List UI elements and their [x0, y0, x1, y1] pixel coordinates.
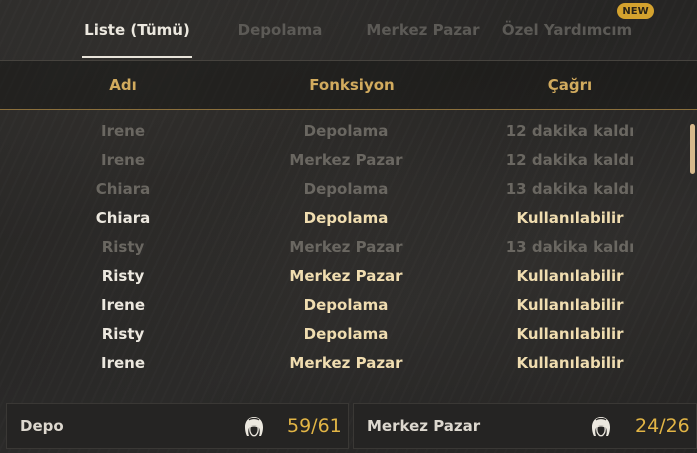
table-row[interactable]: Risty Merkez Pazar Kullanılabilir	[0, 261, 690, 290]
row-name: Irene	[100, 295, 145, 314]
market-summary-panel: Merkez Pazar 24/26	[353, 403, 697, 449]
row-call-status: 12 dakika kaldı	[505, 150, 635, 169]
row-name: Chiara	[95, 179, 151, 198]
row-call-status: Kullanılabilir	[516, 324, 624, 343]
storage-count: 59/61	[287, 415, 342, 437]
row-call-status: 12 dakika kaldı	[505, 121, 635, 140]
row-name: Irene	[100, 353, 145, 372]
scrollbar-thumb[interactable]	[690, 124, 695, 174]
table-row[interactable]: Chiara Depolama 13 dakika kaldı	[0, 174, 690, 203]
tab-label: Liste (Tümü)	[84, 21, 190, 39]
row-call-status: 13 dakika kaldı	[505, 179, 635, 198]
row-function: Depolama	[303, 295, 389, 314]
row-name: Risty	[101, 237, 145, 256]
tab-central-market[interactable]: Merkez Pazar	[362, 0, 484, 60]
row-function: Merkez Pazar	[289, 266, 403, 285]
row-call-status: Kullanılabilir	[516, 353, 624, 372]
table-row[interactable]: Irene Merkez Pazar Kullanılabilir	[0, 348, 690, 377]
tab-list-all[interactable]: Liste (Tümü)	[82, 0, 192, 60]
row-call-status: Kullanılabilir	[516, 266, 624, 285]
tab-storage[interactable]: Depolama	[230, 0, 330, 60]
row-function: Depolama	[303, 208, 389, 227]
panel-label: Merkez Pazar	[367, 417, 481, 435]
maid-head-icon	[592, 417, 610, 437]
maid-list: Irene Depolama 12 dakika kaldı Irene Mer…	[0, 116, 690, 386]
table-row[interactable]: Risty Depolama Kullanılabilir	[0, 319, 690, 348]
row-function: Depolama	[303, 121, 389, 140]
row-call-status: 13 dakika kaldı	[505, 237, 635, 256]
tab-bar: Liste (Tümü) Depolama Merkez Pazar Özel …	[0, 0, 697, 60]
table-row[interactable]: Chiara Depolama Kullanılabilir	[0, 203, 690, 232]
table-row[interactable]: Irene Depolama Kullanılabilir	[0, 290, 690, 319]
table-header: Adı Fonksiyon Çağrı	[0, 61, 697, 109]
row-call-status: Kullanılabilir	[516, 295, 624, 314]
panel-label: Depo	[20, 417, 64, 435]
maid-head-icon	[245, 417, 263, 437]
row-call-status: Kullanılabilir	[516, 208, 624, 227]
row-name: Risty	[101, 266, 145, 285]
row-function: Merkez Pazar	[289, 237, 403, 256]
row-name: Irene	[100, 121, 145, 140]
market-count: 24/26	[635, 415, 690, 437]
row-function: Depolama	[303, 324, 389, 343]
tab-label: Özel Yardımcım	[501, 21, 633, 39]
tab-label: Merkez Pazar	[366, 21, 480, 39]
row-function: Depolama	[303, 179, 389, 198]
row-function: Merkez Pazar	[289, 353, 403, 372]
tab-private-helper[interactable]: Özel Yardımcım	[498, 0, 636, 60]
column-header-call: Çağrı	[547, 76, 593, 94]
table-row[interactable]: Irene Depolama 12 dakika kaldı	[0, 116, 690, 145]
row-name: Irene	[100, 150, 145, 169]
new-badge: NEW	[617, 3, 654, 19]
header-divider	[0, 109, 697, 110]
row-name: Chiara	[95, 208, 151, 227]
tab-label: Depolama	[237, 21, 323, 39]
storage-summary-panel: Depo 59/61	[6, 403, 349, 449]
column-header-function: Fonksiyon	[309, 76, 395, 94]
table-row[interactable]: Risty Merkez Pazar 13 dakika kaldı	[0, 232, 690, 261]
row-function: Merkez Pazar	[289, 150, 403, 169]
table-row[interactable]: Irene Merkez Pazar 12 dakika kaldı	[0, 145, 690, 174]
column-header-name: Adı	[109, 76, 137, 94]
row-name: Risty	[101, 324, 145, 343]
